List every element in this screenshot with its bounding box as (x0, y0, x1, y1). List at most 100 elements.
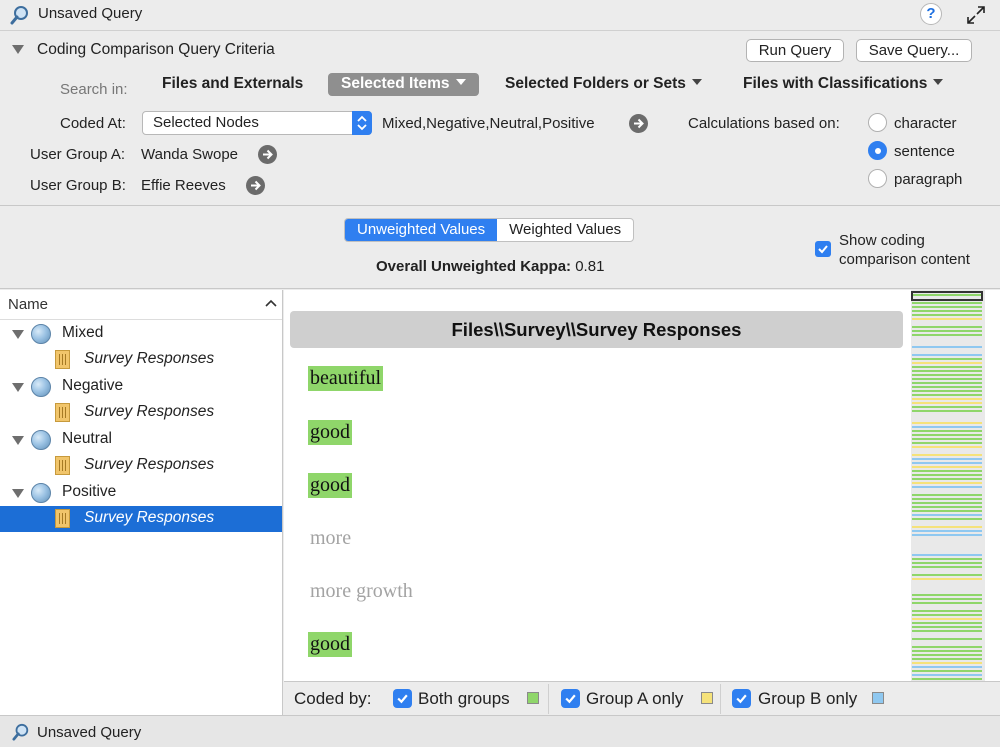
unweighted-values-tab[interactable]: Unweighted Values (345, 219, 498, 241)
coding-stripe (912, 658, 982, 660)
user-group-a-arrow-icon[interactable] (258, 145, 277, 164)
search-selected-folders-or-sets[interactable]: Selected Folders or Sets (505, 75, 702, 93)
search-files-and-externals[interactable]: Files and Externals (162, 75, 303, 93)
coded-snippet[interactable]: beautiful (308, 366, 384, 391)
coded-snippet[interactable]: good (308, 473, 352, 498)
both-groups-checkbox[interactable] (393, 689, 412, 708)
window-title: Unsaved Query (38, 5, 143, 22)
coding-stripe (912, 370, 982, 372)
coded-snippet[interactable]: more growth (308, 579, 415, 604)
tree-node-mixed[interactable]: Mixed (0, 321, 282, 347)
coded-at-arrow-icon[interactable] (629, 114, 648, 133)
coding-stripe (912, 458, 982, 460)
dropdown-caret-icon (691, 79, 702, 85)
sort-ascending-icon[interactable] (265, 299, 277, 307)
coding-stripe (912, 598, 982, 600)
coding-stripe (912, 674, 982, 676)
coded-at-select[interactable]: Selected Nodes (142, 111, 372, 135)
select-stepper-icon (352, 111, 372, 135)
file-icon (55, 456, 70, 475)
run-query-button[interactable]: Run Query (746, 39, 844, 62)
user-group-b-label: User Group B: (30, 177, 126, 194)
tree-node-neutral[interactable]: Neutral (0, 427, 282, 453)
coding-stripe (912, 498, 982, 500)
coding-stripe (912, 622, 982, 624)
tree-node-negative[interactable]: Negative (0, 374, 282, 400)
expand-icon[interactable] (965, 4, 987, 26)
disclosure-triangle-icon[interactable] (12, 489, 24, 498)
coding-stripe (912, 486, 982, 488)
coding-stripe (912, 554, 982, 556)
node-icon (31, 430, 51, 450)
coding-stripe (912, 534, 982, 536)
help-button[interactable]: ? (920, 3, 942, 25)
show-content-label: Show coding comparison content (839, 232, 970, 268)
node-label: Neutral (62, 430, 112, 447)
dropdown-caret-icon (933, 79, 944, 85)
name-column-header: Name (8, 296, 49, 313)
user-group-a-label: User Group A: (30, 146, 126, 163)
coding-stripe (912, 394, 982, 396)
radio-sentence[interactable] (868, 141, 887, 160)
radio-paragraph-label: paragraph (894, 171, 963, 188)
coding-stripe (912, 358, 982, 360)
file-icon (55, 509, 70, 528)
coding-stripe (912, 610, 982, 612)
coding-stripe (912, 514, 982, 516)
coding-stripe (912, 402, 982, 404)
coding-stripe (912, 478, 982, 480)
coded-snippet[interactable]: good (308, 632, 352, 657)
coding-stripe (912, 494, 982, 496)
collapse-criteria-icon[interactable] (12, 45, 24, 54)
tree-node-positive[interactable]: Positive (0, 480, 282, 506)
both-groups-label: Both groups (418, 689, 510, 708)
disclosure-triangle-icon[interactable] (12, 330, 24, 339)
tree-file-survey-responses-selected[interactable]: Survey Responses (0, 506, 282, 532)
user-group-b-arrow-icon[interactable] (246, 176, 265, 195)
coded-snippet[interactable]: more (308, 526, 353, 551)
coding-stripe (912, 614, 982, 616)
coded-at-value: Selected Nodes (153, 114, 259, 131)
coding-stripe (912, 386, 982, 388)
search-files-with-classifications[interactable]: Files with Classifications (743, 75, 944, 93)
radio-character[interactable] (868, 113, 887, 132)
coding-stripe (912, 578, 982, 580)
coding-stripe (912, 678, 982, 680)
coding-stripe (912, 482, 982, 484)
criteria-panel: Coding Comparison Query Criteria Run Que… (0, 32, 1000, 206)
coding-stripe (912, 306, 982, 308)
coding-stripe (912, 526, 982, 528)
save-query-button[interactable]: Save Query... (856, 39, 972, 62)
coding-stripe (912, 654, 982, 656)
kappa-readout: Overall Unweighted Kappa: 0.81 (376, 258, 604, 275)
comparison-content: Files\\Survey\\Survey Responses beautifu… (284, 290, 1000, 681)
show-content-checkbox[interactable] (815, 241, 831, 257)
file-label: Survey Responses (84, 403, 215, 420)
coding-stripe (912, 326, 982, 328)
search-selected-items[interactable]: Selected Items (328, 73, 479, 96)
overview-viewport-frame[interactable] (911, 291, 983, 301)
coding-stripe (912, 366, 982, 368)
file-icon (55, 403, 70, 422)
coding-stripe (912, 318, 982, 320)
coding-stripe (912, 354, 982, 356)
radio-paragraph[interactable] (868, 169, 887, 188)
coding-stripe (912, 410, 982, 412)
tree-file-survey-responses[interactable]: Survey Responses (0, 453, 282, 479)
tree-file-survey-responses[interactable]: Survey Responses (0, 347, 282, 373)
disclosure-triangle-icon[interactable] (12, 436, 24, 445)
group-a-only-checkbox[interactable] (561, 689, 580, 708)
kappa-value: 0.81 (575, 258, 605, 275)
tree-header[interactable]: Name (0, 290, 282, 320)
tree-file-survey-responses[interactable]: Survey Responses (0, 400, 282, 426)
coding-stripe (912, 602, 982, 604)
file-path-header: Files\\Survey\\Survey Responses (290, 311, 903, 348)
group-b-only-checkbox[interactable] (732, 689, 751, 708)
coding-stripe (912, 442, 982, 444)
group-a-only-label: Group A only (586, 689, 684, 708)
coded-snippet[interactable]: good (308, 420, 352, 445)
disclosure-triangle-icon[interactable] (12, 383, 24, 392)
user-group-b-value: Effie Reeves (141, 177, 226, 194)
weighted-values-tab[interactable]: Weighted Values (497, 219, 633, 241)
coding-stripe (912, 362, 982, 364)
